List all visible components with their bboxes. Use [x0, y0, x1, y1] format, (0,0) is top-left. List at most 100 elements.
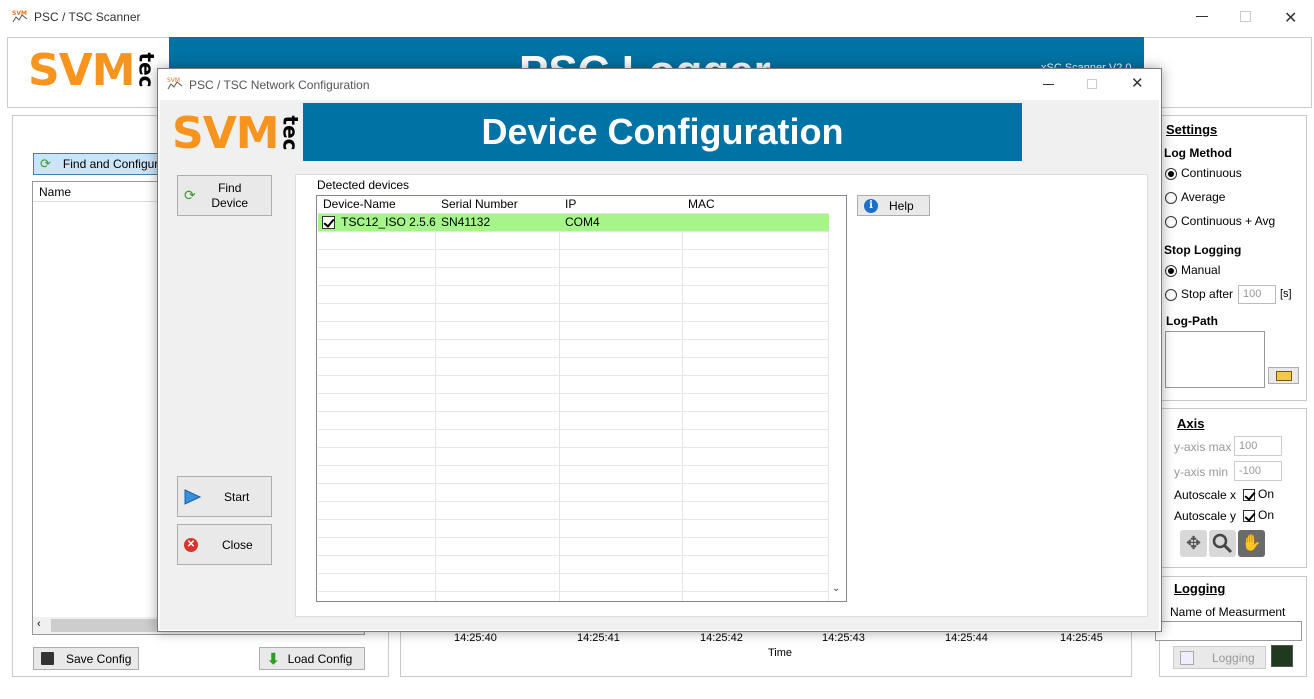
time-tick: 14:25:43	[822, 632, 865, 644]
hand-tool-button[interactable]: ✋	[1238, 530, 1265, 557]
document-icon	[1180, 650, 1194, 665]
vertical-scrollbar[interactable]: ⌄	[829, 196, 846, 601]
autoscale-y-checkbox[interactable]: On	[1243, 508, 1274, 522]
scroll-down-icon[interactable]: ⌄	[832, 583, 840, 594]
maximize-icon[interactable]	[1240, 11, 1251, 22]
save-config-button[interactable]: Save Config	[33, 647, 139, 670]
log-path-label: Log-Path	[1166, 314, 1218, 328]
ymax-label: y-axis max	[1174, 440, 1232, 454]
stop-after-unit: [s]	[1280, 288, 1292, 300]
radio-continuous-avg[interactable]: Continuous + Avg	[1165, 214, 1275, 228]
dialog-body: SVM tec Device Configuration ⟳ Find Devi…	[160, 100, 1159, 630]
measurement-name-label: Name of Measurment	[1170, 605, 1286, 619]
empty-table-row	[318, 250, 829, 268]
empty-table-row	[318, 358, 829, 376]
empty-table-row	[318, 232, 829, 250]
empty-table-row	[318, 466, 829, 484]
empty-table-row	[318, 448, 829, 466]
empty-table-row	[318, 430, 829, 448]
scroll-left-icon[interactable]: ‹	[37, 618, 41, 630]
time-tick: 14:25:41	[577, 632, 620, 644]
empty-table-row	[318, 502, 829, 520]
serial-cell: SN41132	[441, 215, 491, 229]
load-config-button[interactable]: ⬇ Load Config	[259, 647, 365, 670]
column-header-device-name[interactable]: Device-Name	[318, 196, 436, 213]
empty-table-row	[318, 394, 829, 412]
zoom-icon	[1212, 533, 1233, 554]
detected-devices-label: Detected devices	[317, 178, 410, 192]
radio-manual[interactable]: Manual	[1165, 263, 1220, 277]
main-logo: SVM tec	[28, 44, 159, 96]
save-icon	[41, 652, 54, 665]
column-header-mac[interactable]: MAC	[683, 196, 829, 213]
dialog-close-icon[interactable]: ✕	[1131, 74, 1144, 92]
radio-continuous[interactable]: Continuous	[1165, 166, 1242, 180]
autoscale-x-label: Autoscale x	[1174, 488, 1237, 502]
main-title-bar: SVM PSC / TSC Scanner ✕	[0, 0, 1314, 34]
column-header-ip[interactable]: IP	[560, 196, 683, 213]
empty-table-row	[318, 484, 829, 502]
ymax-input[interactable]: 100	[1234, 436, 1282, 456]
ymin-label: y-axis min	[1174, 465, 1229, 479]
ip-cell: COM4	[565, 215, 600, 229]
empty-table-row	[318, 304, 829, 322]
zoom-tool-button[interactable]	[1209, 530, 1236, 557]
network-config-dialog: SVM PSC / TSC Network Configuration ✕ SV…	[157, 68, 1162, 632]
empty-table-row	[318, 520, 829, 538]
autoscale-x-checkbox[interactable]: On	[1243, 487, 1274, 501]
empty-table-row	[318, 322, 829, 340]
start-button[interactable]: Start	[177, 476, 272, 517]
empty-table-row	[318, 286, 829, 304]
logging-title: Logging	[1174, 581, 1226, 596]
dialog-app-icon: SVM	[167, 76, 183, 93]
device-checkbox[interactable]	[322, 216, 335, 230]
logging-status-led	[1271, 645, 1293, 667]
stop-logging-label: Stop Logging	[1164, 243, 1242, 257]
pan-tool-button[interactable]: ✥	[1180, 530, 1207, 557]
main-window-title: PSC / TSC Scanner	[34, 10, 141, 24]
column-header-serial-number[interactable]: Serial Number	[436, 196, 560, 213]
browse-folder-button[interactable]	[1268, 367, 1299, 384]
empty-table-row	[318, 412, 829, 430]
close-circle-icon: ✕	[184, 537, 198, 552]
dialog-banner: Device Configuration	[303, 103, 1022, 161]
mac-cell	[683, 214, 829, 231]
empty-table-row	[318, 268, 829, 286]
find-configure-button[interactable]: ⟳ Find and Configure	[33, 153, 173, 175]
download-icon: ⬇	[267, 650, 280, 668]
empty-table-row	[318, 574, 829, 592]
close-icon[interactable]: ✕	[1284, 8, 1297, 28]
measurement-name-input[interactable]	[1155, 621, 1302, 641]
empty-table-row	[318, 538, 829, 556]
time-axis-label: Time	[768, 647, 793, 659]
find-device-button[interactable]: ⟳ Find Device	[177, 175, 272, 216]
dialog-logo: SVM tec	[172, 107, 303, 159]
table-row[interactable]: TSC12_ISO 2.5.6 SN41132 COM4	[318, 214, 829, 232]
time-axis: 14:25:40 14:25:41 14:25:42 14:25:43 14:2…	[400, 630, 1132, 660]
svg-text:SVM: SVM	[12, 10, 27, 17]
stop-after-input[interactable]: 100	[1238, 285, 1276, 304]
time-tick: 14:25:45	[1060, 632, 1103, 644]
folder-icon	[1275, 370, 1292, 381]
table-header: Device-Name Serial Number IP MAC	[318, 196, 829, 214]
dialog-minimize-icon[interactable]	[1043, 84, 1054, 85]
close-button[interactable]: ✕ Close	[177, 524, 272, 565]
minimize-icon[interactable]	[1196, 16, 1208, 17]
logging-button[interactable]: Logging	[1173, 646, 1266, 669]
log-path-input[interactable]	[1165, 331, 1265, 388]
dialog-title: PSC / TSC Network Configuration	[189, 78, 370, 92]
time-tick: 14:25:40	[454, 632, 497, 644]
help-button[interactable]: i Help	[857, 195, 930, 216]
radio-stop-after[interactable]: Stop after	[1165, 287, 1233, 301]
dialog-header: Device Configuration	[481, 111, 844, 152]
dialog-maximize-icon[interactable]	[1087, 79, 1097, 89]
empty-table-row	[318, 556, 829, 574]
ymin-input[interactable]: -100	[1234, 461, 1282, 481]
device-name-cell: TSC12_ISO 2.5.6	[318, 214, 436, 231]
radio-average[interactable]: Average	[1165, 190, 1225, 204]
play-icon	[184, 488, 202, 505]
move-icon: ✥	[1185, 533, 1202, 553]
time-tick: 14:25:42	[700, 632, 743, 644]
devices-table[interactable]: Device-Name Serial Number IP MAC TSC12_I…	[316, 195, 847, 602]
app-icon: SVM	[12, 9, 28, 23]
